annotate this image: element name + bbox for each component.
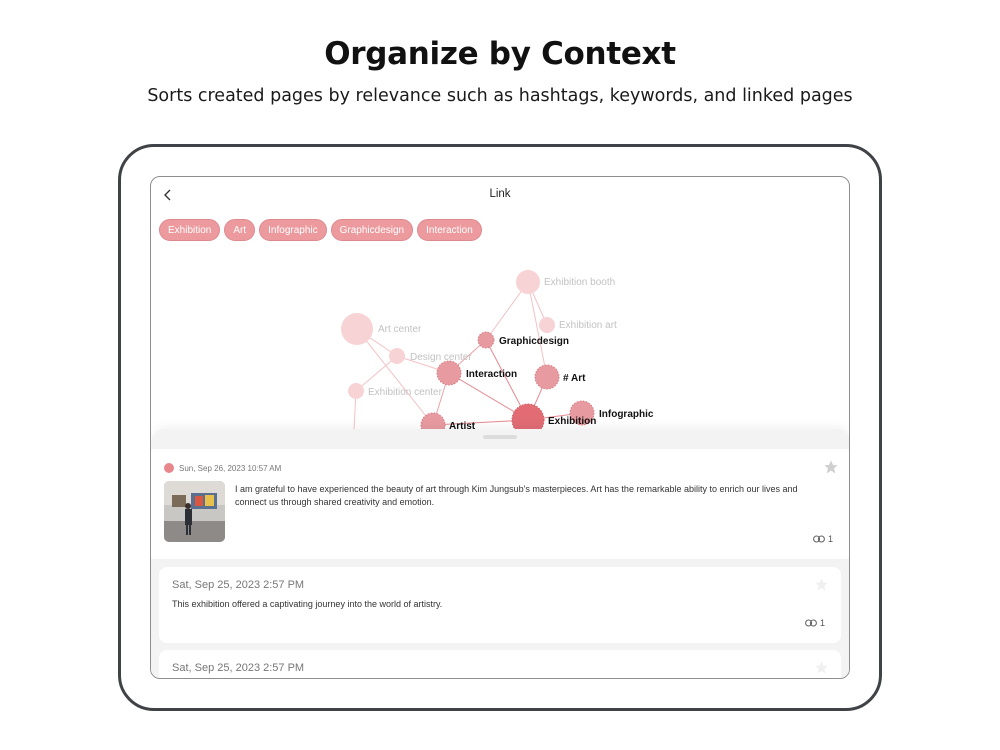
headline: Organize by Context [324,36,676,72]
entry-body-line: I am grateful to have experienced the be… [235,484,798,494]
svg-text:Design center: Design center [410,352,472,363]
link-icon [813,535,825,543]
node-exhibition-booth[interactable]: Exhibition booth [516,270,615,294]
entry-card[interactable]: Sat, Sep 25, 2023 2:57 PM [159,650,841,678]
node-exhibition-art[interactable]: Exhibition art [539,317,617,333]
star-icon[interactable] [823,459,839,475]
svg-text:Infographic: Infographic [599,409,654,420]
node-interaction[interactable]: Interaction [436,360,517,386]
svg-text:Exhibition art: Exhibition art [559,320,617,331]
edge [356,328,434,426]
entry-body-line: connect us through shared creativity and… [235,497,435,507]
svg-text:Exhibition center: Exhibition center [368,387,443,398]
drag-handle[interactable] [483,435,517,439]
entry-date: Sun, Sep 26, 2023 10:57 AM [179,464,282,473]
svg-text:Art center: Art center [378,324,422,335]
entry-card[interactable]: Sat, Sep 25, 2023 2:57 PM This exhibitio… [159,567,841,643]
star-icon[interactable] [814,577,829,592]
link-count[interactable]: 1 [813,534,833,544]
node-graphicdesign[interactable]: Graphicdesign [477,331,569,349]
node-hash-art[interactable]: # Art [534,364,586,390]
edge [355,355,398,392]
link-count[interactable]: 1 [805,618,825,628]
svg-text:Exhibition: Exhibition [548,416,596,427]
svg-text:Graphicdesign: Graphicdesign [499,336,569,347]
chip-interaction[interactable]: Interaction [417,219,482,241]
entry-color-dot [164,463,174,473]
app-screen: Exhibition booth Exhibition art Art cent… [150,176,850,679]
svg-text:# Art: # Art [563,373,586,384]
tag-chip-row: Exhibition Art Infographic Graphicdesign… [159,219,482,241]
node-art-center[interactable]: Art center [341,313,422,345]
svg-text:Exhibition booth: Exhibition booth [544,277,615,288]
entries-sheet: Sun, Sep 26, 2023 10:57 AM I am grateful… [151,429,849,678]
chip-exhibition[interactable]: Exhibition [159,219,221,241]
chip-graphicdesign[interactable]: Graphicdesign [330,219,414,241]
subheadline: Sorts created pages by relevance such as… [147,86,853,106]
link-count-value: 1 [820,618,826,628]
entry-card[interactable]: Sun, Sep 26, 2023 10:57 AM I am grateful… [151,449,849,559]
link-icon [805,619,817,627]
chip-infographic[interactable]: Infographic [259,219,327,241]
chip-art[interactable]: Art [224,219,256,241]
screen-title: Link [489,188,511,200]
svg-text:Interaction: Interaction [466,369,517,380]
node-design-center[interactable]: Design center [389,348,472,364]
entry-thumbnail[interactable] [164,481,225,542]
entry-body: This exhibition offered a captivating jo… [172,599,443,609]
entry-body: I am grateful to have experienced the be… [235,483,835,509]
link-count-value: 1 [828,534,834,544]
entry-date: Sat, Sep 25, 2023 2:57 PM [172,662,305,674]
star-icon[interactable] [814,660,829,675]
entry-date: Sat, Sep 25, 2023 2:57 PM [172,579,305,591]
